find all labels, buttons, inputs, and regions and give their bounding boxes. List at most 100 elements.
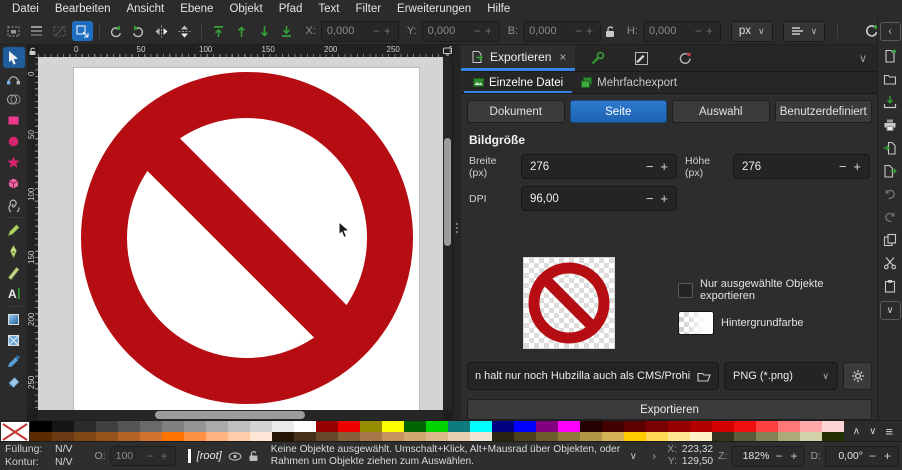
palette-swatch[interactable] bbox=[162, 421, 184, 432]
cut-icon[interactable] bbox=[881, 255, 899, 271]
horizontal-scrollbar[interactable] bbox=[38, 410, 443, 420]
menu-erweiterungen[interactable]: Erweiterungen bbox=[389, 2, 479, 16]
tab-exportieren[interactable]: Exportieren × bbox=[461, 45, 575, 71]
palette-swatch[interactable] bbox=[360, 421, 382, 432]
dropper-tool[interactable] bbox=[3, 351, 25, 372]
palette-swatch[interactable] bbox=[690, 421, 712, 432]
scaling-options-combo[interactable]: ∨ bbox=[783, 21, 826, 42]
pen-tool[interactable] bbox=[3, 241, 25, 262]
layer-visibility-icon[interactable] bbox=[228, 452, 242, 461]
palette-swatch[interactable] bbox=[712, 421, 734, 432]
tab-close-icon[interactable]: × bbox=[559, 50, 566, 64]
palette-swatch[interactable] bbox=[646, 421, 668, 432]
height-field[interactable]: 0,000−+ bbox=[643, 21, 721, 42]
palette-swatch[interactable] bbox=[206, 421, 228, 432]
palette-swatch[interactable] bbox=[294, 421, 316, 432]
node-tool[interactable] bbox=[3, 68, 25, 89]
menu-ebene[interactable]: Ebene bbox=[172, 2, 221, 16]
toggle-selection-box-icon[interactable] bbox=[72, 21, 93, 41]
flip-horizontal-icon[interactable] bbox=[151, 21, 172, 41]
splitter-handle-icon[interactable] bbox=[456, 223, 458, 233]
palette-swatch[interactable] bbox=[228, 421, 250, 432]
palette-scroll-up-icon[interactable]: ∧ bbox=[853, 426, 860, 437]
vertical-scrollbar[interactable] bbox=[443, 57, 452, 410]
deselect-icon[interactable] bbox=[49, 21, 70, 41]
palette-swatch[interactable] bbox=[184, 421, 206, 432]
palette-swatch[interactable] bbox=[580, 421, 602, 432]
y-field[interactable]: 0,000−+ bbox=[422, 21, 500, 42]
palette-swatch[interactable] bbox=[96, 421, 118, 432]
collapse-icon[interactable]: ‹ bbox=[880, 22, 901, 41]
palette-swatch[interactable] bbox=[316, 421, 338, 432]
open-folder-icon[interactable] bbox=[881, 71, 899, 87]
selected-only-checkbox[interactable] bbox=[678, 283, 693, 298]
format-combo[interactable]: PNG (*.png) ∨ bbox=[724, 362, 838, 390]
undo-icon[interactable] bbox=[881, 186, 899, 202]
fill-stroke-indicator[interactable]: Füllung:N/V Kontur:N/V bbox=[5, 443, 73, 469]
palette-swatch[interactable] bbox=[514, 421, 536, 432]
menu-objekt[interactable]: Objekt bbox=[221, 2, 270, 16]
export-width-input[interactable]: 276−+ bbox=[521, 154, 677, 179]
canvas-viewport[interactable] bbox=[38, 57, 443, 410]
palette-swatch[interactable] bbox=[426, 421, 448, 432]
status-dropdown-icon[interactable]: ∨ bbox=[625, 451, 641, 462]
export-dpi-input[interactable]: 96,00−+ bbox=[521, 186, 677, 211]
copy-icon[interactable] bbox=[881, 232, 899, 248]
palette-swatch[interactable] bbox=[272, 421, 294, 432]
calligraphy-tool[interactable] bbox=[3, 262, 25, 283]
area-benutzerdefiniert-button[interactable]: Benutzerdefiniert bbox=[775, 100, 873, 123]
shape-builder-tool[interactable] bbox=[3, 89, 25, 110]
rotate-cw-icon[interactable] bbox=[128, 21, 149, 41]
palette-swatch[interactable] bbox=[558, 421, 580, 432]
mesh-tool[interactable] bbox=[3, 330, 25, 351]
area-auswahl-button[interactable]: Auswahl bbox=[672, 100, 770, 123]
paint-bucket-tool[interactable] bbox=[3, 372, 25, 393]
status-next-icon[interactable]: › bbox=[646, 451, 662, 462]
lower-icon[interactable] bbox=[254, 21, 275, 41]
palette-swatch[interactable] bbox=[250, 421, 272, 432]
zoom-control[interactable]: Z: 182%−+ bbox=[718, 446, 805, 467]
palette-swatch[interactable] bbox=[822, 421, 844, 432]
dialog-tab-pen-icon[interactable] bbox=[619, 45, 663, 71]
palette-swatch[interactable] bbox=[602, 421, 624, 432]
format-settings-button[interactable] bbox=[843, 362, 872, 390]
menu-bearbeiten[interactable]: Bearbeiten bbox=[47, 2, 119, 16]
palette-swatch[interactable] bbox=[140, 421, 162, 432]
display-mode-icon[interactable] bbox=[443, 45, 452, 57]
new-document-icon[interactable] bbox=[881, 48, 899, 64]
rectangle-tool[interactable] bbox=[3, 110, 25, 131]
vertical-scrollbar-thumb[interactable] bbox=[444, 138, 451, 246]
background-color-button[interactable] bbox=[678, 311, 714, 335]
menu-hilfe[interactable]: Hilfe bbox=[479, 2, 518, 16]
palette-swatch[interactable] bbox=[668, 421, 690, 432]
layer-name[interactable]: [root] bbox=[197, 450, 222, 462]
box3d-tool[interactable] bbox=[3, 173, 25, 194]
area-seite-button[interactable]: Seite bbox=[570, 100, 668, 123]
rotate-ccw-icon[interactable] bbox=[105, 21, 126, 41]
palette-swatch[interactable] bbox=[536, 421, 558, 432]
dialog-tab-history-icon[interactable] bbox=[663, 45, 707, 71]
expand-more-icon[interactable]: ∨ bbox=[880, 301, 901, 320]
select-all-icon[interactable] bbox=[3, 21, 24, 41]
area-dokument-button[interactable]: Dokument bbox=[467, 100, 565, 123]
dialog-tab-wrench-icon[interactable] bbox=[575, 45, 619, 71]
tab-einzelne-datei[interactable]: Einzelne Datei bbox=[464, 72, 572, 93]
palette-swatch[interactable] bbox=[470, 421, 492, 432]
menu-text[interactable]: Text bbox=[310, 2, 347, 16]
select-all-layers-icon[interactable] bbox=[26, 21, 47, 41]
palette-swatch[interactable] bbox=[404, 421, 426, 432]
flip-vertical-icon[interactable] bbox=[174, 21, 195, 41]
export-icon[interactable] bbox=[881, 163, 899, 179]
folder-open-icon[interactable] bbox=[697, 370, 711, 382]
lock-ratio-icon[interactable] bbox=[603, 21, 619, 41]
palette-swatch[interactable] bbox=[30, 421, 52, 432]
spiral-tool[interactable] bbox=[3, 194, 25, 215]
redo-icon[interactable] bbox=[881, 209, 899, 225]
document-page[interactable] bbox=[74, 68, 419, 410]
save-icon[interactable] bbox=[881, 94, 899, 110]
palette-swatch[interactable] bbox=[338, 421, 360, 432]
rotation-control[interactable]: D: 0,00°−+ bbox=[810, 446, 899, 467]
palette-swatch[interactable] bbox=[756, 421, 778, 432]
import-icon[interactable] bbox=[881, 140, 899, 156]
palette-swatch[interactable] bbox=[492, 421, 514, 432]
